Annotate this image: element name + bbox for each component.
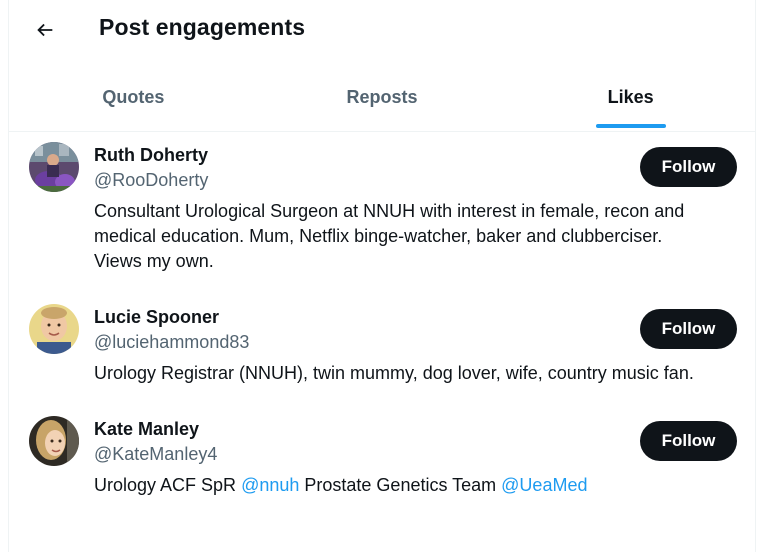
- bio-text: Prostate Genetics Team: [299, 475, 502, 495]
- avatar[interactable]: [29, 416, 79, 466]
- follow-button[interactable]: Follow: [640, 421, 737, 461]
- engagements-panel: Post engagements Quotes Reposts Likes Ru…: [8, 0, 756, 552]
- bio-line: Consultant Urological Surgeon at NNUH wi…: [94, 201, 685, 221]
- user-handle[interactable]: @KateManley4: [94, 444, 217, 465]
- tab-reposts[interactable]: Reposts: [258, 64, 507, 131]
- page-header: Post engagements: [9, 0, 755, 60]
- avatar[interactable]: [29, 304, 79, 354]
- page-title: Post engagements: [99, 14, 306, 40]
- bio-text: Urology ACF SpR: [94, 475, 242, 495]
- user-name[interactable]: Lucie Spooner: [94, 307, 219, 328]
- bio-line: Urology Registrar (NNUH), twin mummy, do…: [94, 363, 694, 383]
- bio-line: medical education. Mum, Netflix binge-wa…: [94, 226, 663, 246]
- avatar[interactable]: [29, 142, 79, 192]
- tab-bar: Quotes Reposts Likes: [9, 64, 755, 132]
- arrow-left-icon: [37, 23, 53, 37]
- mention-link[interactable]: @nnuh: [241, 475, 299, 495]
- tab-label: Reposts: [346, 87, 418, 107]
- user-cell[interactable]: Lucie Spooner @luciehammond83 Follow Uro…: [9, 294, 755, 406]
- user-cell[interactable]: Ruth Doherty @RooDoherty Follow Consulta…: [9, 132, 755, 292]
- tab-likes[interactable]: Likes: [506, 64, 755, 131]
- follow-button[interactable]: Follow: [640, 147, 737, 187]
- follow-button[interactable]: Follow: [640, 309, 737, 349]
- user-handle[interactable]: @RooDoherty: [94, 170, 208, 191]
- tab-label: Likes: [607, 87, 654, 107]
- user-cell[interactable]: Kate Manley @KateManley4 Follow Urology …: [9, 406, 755, 518]
- tab-label: Quotes: [102, 87, 165, 107]
- back-button[interactable]: [27, 12, 63, 48]
- user-bio: Urology Registrar (NNUH), twin mummy, do…: [94, 361, 744, 386]
- user-bio: Consultant Urological Surgeon at NNUH wi…: [94, 199, 744, 274]
- user-handle[interactable]: @luciehammond83: [94, 332, 249, 353]
- mention-link[interactable]: @UeaMed: [501, 475, 587, 495]
- tab-quotes[interactable]: Quotes: [9, 64, 258, 131]
- user-name[interactable]: Kate Manley: [94, 419, 199, 440]
- bio-line: Views my own.: [94, 251, 214, 271]
- active-tab-indicator: [595, 124, 666, 128]
- user-name[interactable]: Ruth Doherty: [94, 145, 208, 166]
- user-bio: Urology ACF SpR @nnuh Prostate Genetics …: [94, 473, 744, 498]
